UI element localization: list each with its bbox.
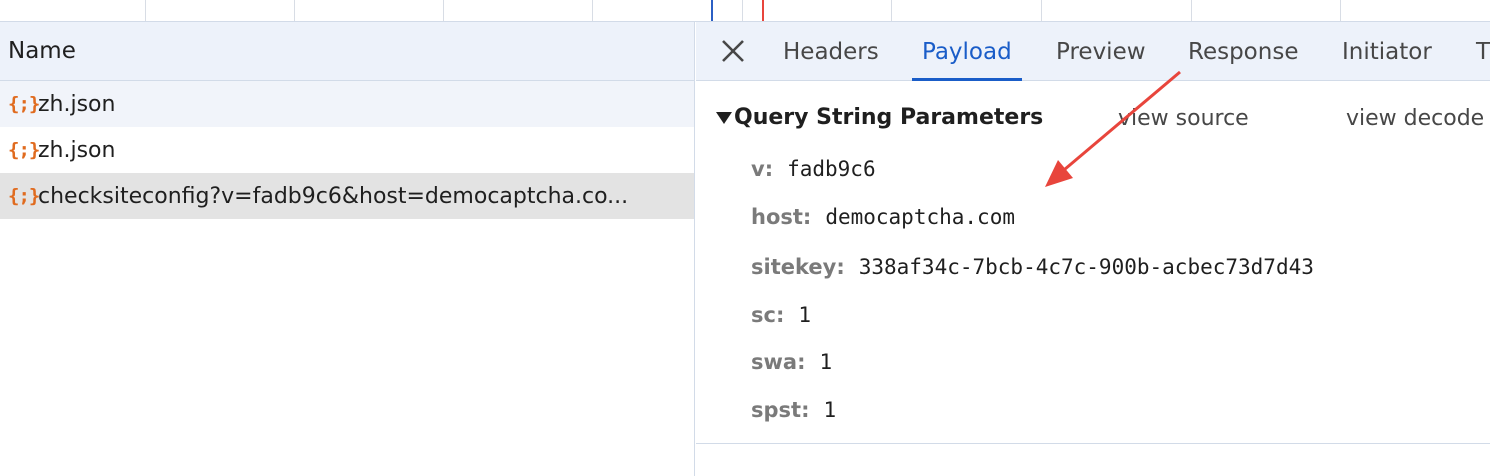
close-icon[interactable] <box>718 36 748 66</box>
param-value: 338af34c-7bcb-4c7c-900b-acbec73d7d43 <box>858 255 1314 279</box>
param-key: v: <box>751 157 774 181</box>
section-divider <box>696 443 1490 444</box>
view-decoded-link[interactable]: view decode <box>1346 102 1484 136</box>
timeline-gridline <box>1191 0 1192 21</box>
request-row-selected[interactable]: {;} checksiteconfig?v=fadb9c6&host=democ… <box>0 173 694 219</box>
request-name: zh.json <box>38 137 116 163</box>
param-row: spst: 1 <box>751 392 836 428</box>
param-key: host: <box>751 205 812 229</box>
param-value: 1 <box>819 350 833 374</box>
request-list: Name {;} zh.json {;} zh.json {;} checksi… <box>0 22 695 476</box>
tab-preview[interactable]: Preview <box>1056 22 1146 81</box>
request-details-pane: Headers Payload Preview Response Initiat… <box>696 22 1490 476</box>
tab-headers[interactable]: Headers <box>783 22 879 81</box>
param-key: sc: <box>751 303 785 327</box>
tab-timing[interactable]: T <box>1476 22 1490 81</box>
details-tab-bar: Headers Payload Preview Response Initiat… <box>696 22 1490 81</box>
tab-initiator[interactable]: Initiator <box>1342 22 1432 81</box>
view-source-link[interactable]: view source <box>1118 102 1249 136</box>
json-file-icon: {;} <box>8 185 40 207</box>
param-key: sitekey: <box>751 255 845 279</box>
timeline-gridline <box>891 0 892 21</box>
timeline-gridline <box>592 0 593 21</box>
timeline-gridline <box>294 0 295 21</box>
dom-content-loaded-marker <box>711 0 713 21</box>
param-row: sitekey: 338af34c-7bcb-4c7c-900b-acbec73… <box>751 249 1314 285</box>
json-file-icon: {;} <box>8 93 40 115</box>
param-row: swa: 1 <box>751 344 832 380</box>
param-key: spst: <box>751 398 810 422</box>
section-title: Query String Parameters <box>734 105 1044 130</box>
request-row[interactable]: {;} zh.json <box>0 127 694 173</box>
request-name: zh.json <box>38 91 116 117</box>
json-file-icon: {;} <box>8 139 40 161</box>
timeline-gridline <box>1340 0 1341 21</box>
load-event-marker <box>762 0 764 21</box>
param-key: swa: <box>751 350 806 374</box>
timeline-overview[interactable] <box>0 0 1490 22</box>
tab-payload[interactable]: Payload <box>912 22 1022 81</box>
param-row: host: democaptcha.com <box>751 199 1015 235</box>
name-column-header[interactable]: Name <box>0 22 694 81</box>
timeline-gridline <box>443 0 444 21</box>
timeline-gridline <box>145 0 146 21</box>
expand-triangle-icon[interactable] <box>716 112 732 124</box>
tab-response[interactable]: Response <box>1188 22 1298 81</box>
param-value: 1 <box>798 303 812 327</box>
param-row: v: fadb9c6 <box>751 151 876 187</box>
request-name: checksiteconfig?v=fadb9c6&host=democaptc… <box>38 183 629 209</box>
param-value: democaptcha.com <box>825 205 1015 229</box>
query-string-section-header[interactable]: Query String Parameters view source view… <box>696 102 1490 138</box>
timeline-gridline <box>1041 0 1042 21</box>
param-value: fadb9c6 <box>787 157 876 181</box>
request-row[interactable]: {;} zh.json <box>0 81 694 127</box>
param-row: sc: 1 <box>751 297 811 333</box>
name-column-label: Name <box>8 38 76 64</box>
param-value: 1 <box>823 398 837 422</box>
timeline-gridline <box>742 0 743 21</box>
